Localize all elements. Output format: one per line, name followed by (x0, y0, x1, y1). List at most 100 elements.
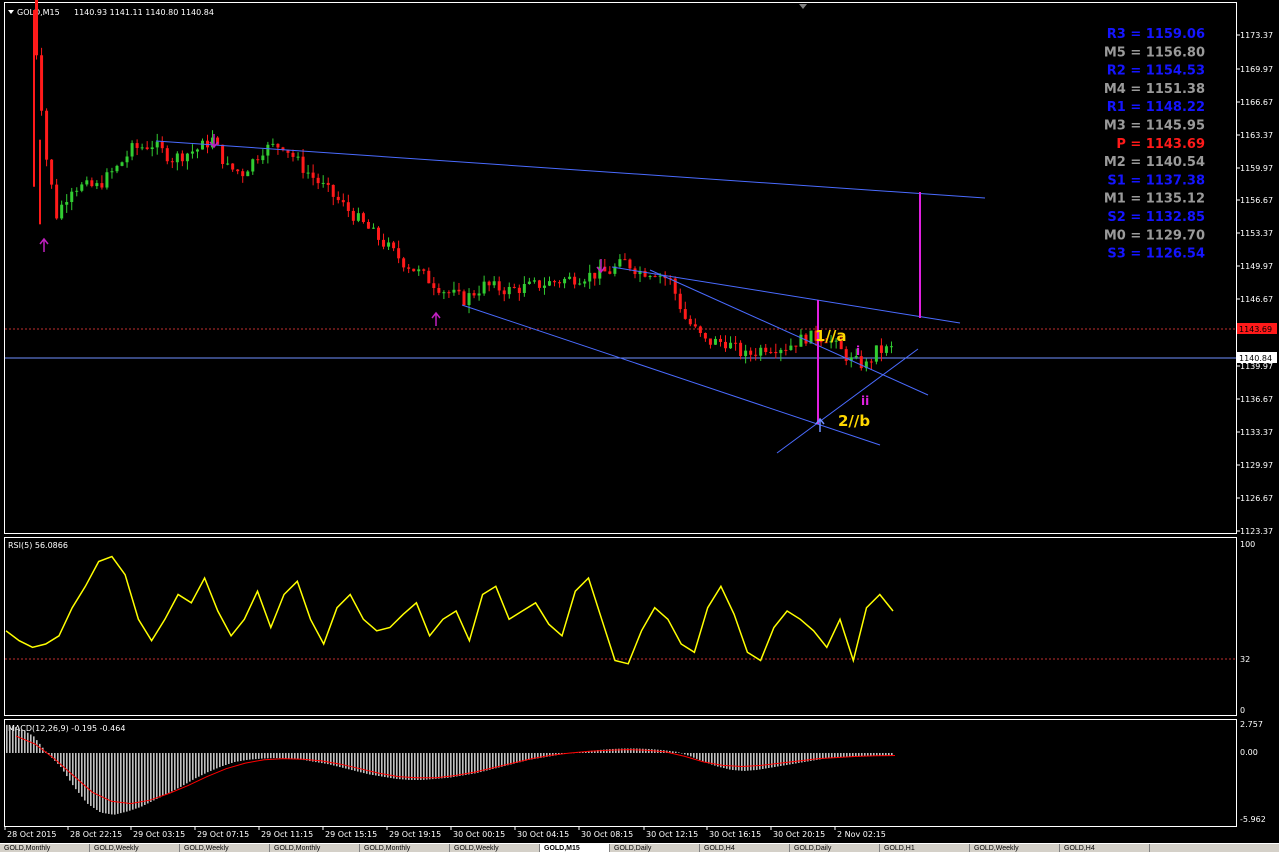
macd-bar (273, 752, 275, 759)
candle (764, 343, 768, 356)
price-tick-label: 1123.37 (1240, 527, 1273, 536)
macd-bar (792, 752, 794, 764)
candle (734, 336, 738, 351)
chart-tab[interactable]: GOLD,Weekly (90, 844, 180, 852)
macd-bar (423, 752, 425, 780)
macd-level-zero: 0.00 (1240, 748, 1258, 757)
candle (588, 264, 592, 289)
macd-bar (624, 748, 626, 753)
macd-bar (399, 752, 401, 780)
candle (296, 152, 300, 161)
upper-trendline[interactable] (155, 140, 986, 199)
candle (437, 283, 441, 296)
price-tick-label: 1146.67 (1240, 295, 1273, 304)
candle (683, 301, 687, 320)
current-price-tag: 1140.84 (1237, 352, 1277, 363)
chart-tab[interactable]: GOLD,H4 (700, 844, 790, 852)
chart-tab[interactable]: GOLD,Weekly (450, 844, 540, 852)
chart-tab[interactable]: GOLD,Daily (610, 844, 700, 852)
chart-tab[interactable]: GOLD,M15 (540, 844, 610, 852)
candle (402, 256, 406, 272)
arrow-up-icon (39, 237, 49, 252)
candle (522, 276, 526, 297)
macd-bar (426, 752, 428, 780)
price-tick-label: 1126.67 (1240, 494, 1273, 503)
dropdown-triangle-icon[interactable] (8, 10, 14, 14)
macd-bar (441, 752, 443, 779)
pivot-price-tag: 1143.69 (1237, 323, 1277, 334)
macd-bar (141, 752, 143, 807)
macd-bar (183, 752, 185, 786)
macd-bar (108, 752, 110, 814)
macd-bar (123, 752, 125, 813)
macd-bar (474, 752, 476, 774)
chart-tab[interactable]: GOLD,Monthly (270, 844, 360, 852)
candle (165, 145, 169, 165)
chart-tab[interactable]: GOLD,Daily (790, 844, 880, 852)
candle (236, 168, 240, 175)
chart-tab[interactable]: GOLD,Weekly (970, 844, 1060, 852)
macd-bar (228, 752, 230, 764)
candle (422, 268, 426, 275)
macd-bar (354, 752, 356, 771)
candle (573, 272, 577, 289)
candle (784, 343, 788, 356)
macd-bar (393, 752, 395, 779)
macd-bar (489, 752, 491, 770)
candle (371, 223, 375, 229)
candle (487, 280, 491, 292)
price-tick-label: 1156.67 (1240, 196, 1273, 205)
chart-tab[interactable]: GOLD,Weekly (180, 844, 270, 852)
macd-bar (420, 752, 422, 780)
chart-tab[interactable]: GOLD,H4 (1060, 844, 1150, 852)
candle (351, 207, 355, 225)
macd-bar (177, 752, 179, 789)
candle (593, 272, 597, 286)
chart-tab[interactable]: GOLD,Monthly (0, 844, 90, 852)
macd-bar (165, 752, 167, 795)
candle (623, 253, 627, 261)
macd-bar (465, 752, 467, 775)
rsi-title: RSI(5) 56.0866 (8, 541, 68, 550)
candle (190, 144, 194, 159)
wedge-upper-line[interactable] (649, 269, 929, 396)
candle (336, 191, 340, 204)
candle (844, 346, 848, 366)
candle (382, 233, 386, 250)
wave-label-i: i (856, 344, 860, 358)
candle (688, 315, 692, 327)
wedge-lower-line[interactable] (776, 348, 919, 454)
candle (100, 175, 104, 190)
candle (477, 285, 481, 301)
macd-bar (294, 752, 296, 760)
macd-bar (435, 752, 437, 779)
rsi-line (5, 555, 894, 665)
candle (170, 157, 174, 169)
macd-bar (240, 752, 242, 761)
macd-bar (270, 752, 272, 759)
macd-bar (777, 752, 779, 767)
macd-title: MACD(12,26,9) -0.195 -0.464 (8, 724, 125, 733)
macd-bar (387, 752, 389, 778)
price-tick-label: 1139.97 (1240, 362, 1273, 371)
chart-tab[interactable]: GOLD,H1 (880, 844, 970, 852)
chart-tab[interactable]: GOLD,Monthly (360, 844, 450, 852)
macd-bar (249, 752, 251, 760)
macd-bar (93, 752, 95, 808)
channel-upper-line[interactable] (611, 266, 961, 324)
pivot-level-s3: S3 = 1126.54 (1107, 247, 1205, 262)
candle (638, 266, 642, 283)
macd-bar (405, 752, 407, 780)
candle (578, 278, 582, 286)
macd-bar (351, 752, 353, 771)
macd-bar (408, 752, 410, 780)
candle (563, 277, 567, 289)
candle (221, 144, 225, 169)
candle (321, 175, 325, 188)
macd-bar (438, 752, 440, 779)
macd-bar (471, 752, 473, 774)
macd-bar (192, 752, 194, 780)
scroll-marker-icon[interactable] (799, 4, 807, 9)
macd-bar (267, 752, 269, 759)
macd-bar (24, 730, 26, 753)
